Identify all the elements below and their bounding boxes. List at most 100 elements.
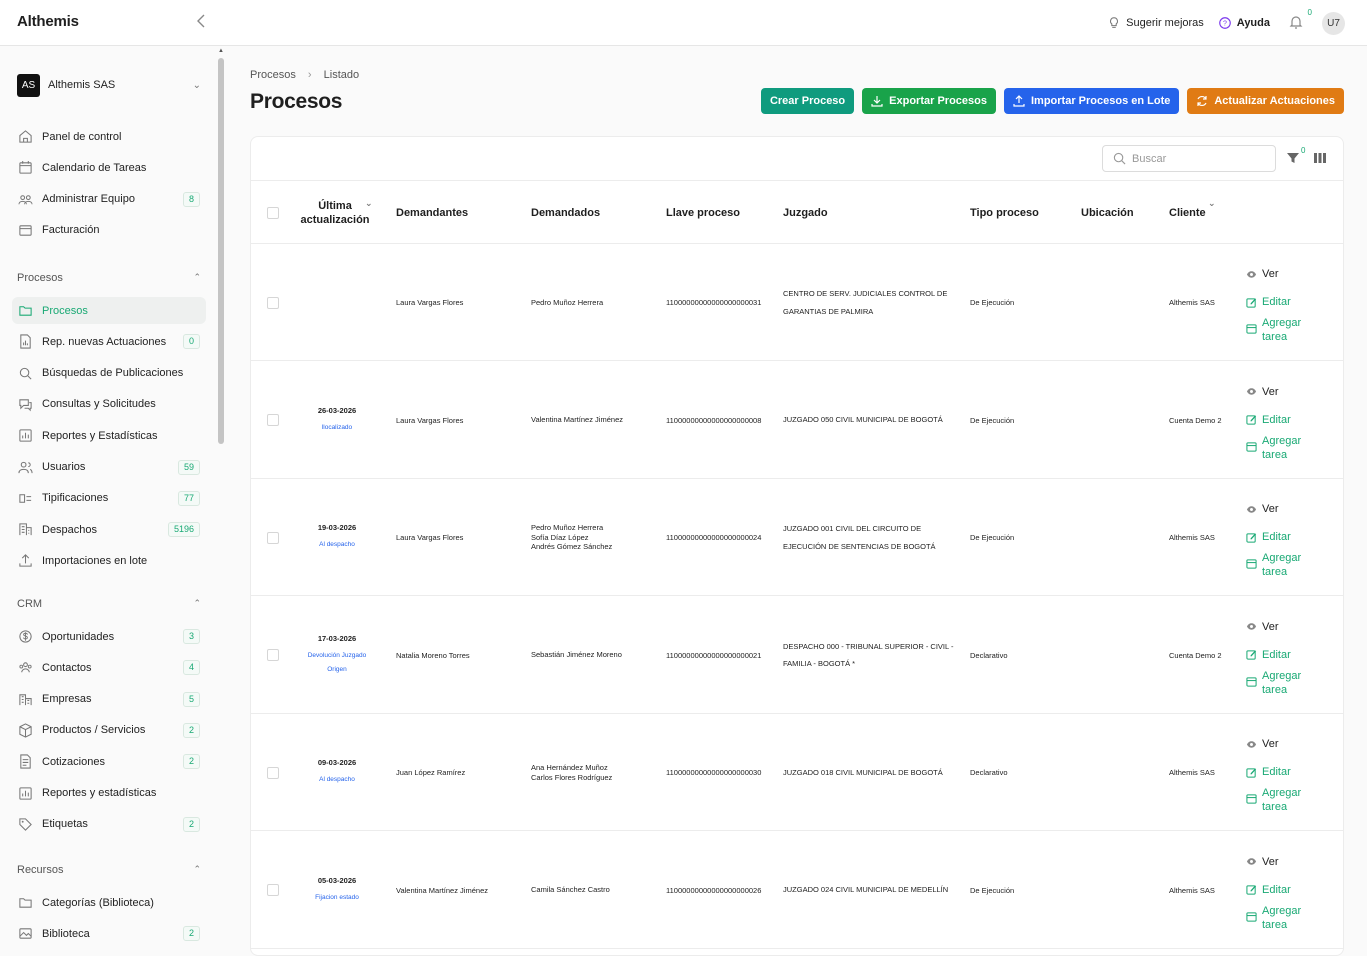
export-processes-button[interactable]: Exportar Procesos <box>862 88 996 114</box>
sidebar-item-consultas-y-solicitudes[interactable]: Consultas y Solicitudes <box>12 391 206 418</box>
section-procesos-label: Procesos <box>17 272 63 284</box>
add-task-button[interactable]: Agregar tarea <box>1246 551 1301 581</box>
view-button[interactable]: Ver <box>1246 378 1301 406</box>
table-row[interactable]: 05-03-2026 Fijacion estado Valentina Martí… <box>251 832 1343 949</box>
edit-icon <box>1246 767 1257 778</box>
row-checkbox[interactable] <box>267 531 279 544</box>
user-avatar[interactable]: U7 <box>1322 11 1345 35</box>
chevron-down-icon[interactable]: ⌄ <box>1208 172 1216 235</box>
edit-button[interactable]: Editar <box>1246 641 1301 669</box>
view-button[interactable]: Ver <box>1246 848 1301 876</box>
table-row[interactable]: 19-03-2026 Al despacho Laura Vargas Flores… <box>251 479 1343 596</box>
collapse-sidebar-icon[interactable] <box>196 14 210 32</box>
import-processes-button[interactable]: Importar Procesos en Lote <box>1003 88 1180 114</box>
view-button[interactable]: Ver <box>1246 495 1301 523</box>
section-recursos-label: Recursos <box>17 864 64 876</box>
sidebar-item-productos-servicios[interactable]: Productos / Servicios 2 <box>12 717 206 744</box>
app-brand[interactable]: Althemis <box>17 13 79 30</box>
notifications-button[interactable]: 0 <box>1288 8 1312 32</box>
row-checkbox[interactable] <box>267 766 279 779</box>
sidebar-item-procesos[interactable]: Procesos <box>12 297 206 324</box>
breadcrumb-procesos[interactable]: Procesos <box>250 69 296 81</box>
suggest-improvements-button[interactable]: Sugerir mejoras <box>1107 16 1204 30</box>
row-checkbox[interactable] <box>267 414 279 426</box>
view-label: Ver <box>1262 855 1279 868</box>
column-type[interactable]: Tipo proceso <box>970 181 1039 244</box>
count-badge: 2 <box>182 754 200 770</box>
calendar-plus-icon <box>1246 559 1257 569</box>
sidebar-item-oportunidades[interactable]: Oportunidades 3 <box>12 623 206 650</box>
sidebar-item-despachos[interactable]: Despachos 5196 <box>12 516 206 543</box>
search-input[interactable]: Buscar <box>1102 145 1276 172</box>
sidebar-item-reportes-y-estad-sticas[interactable]: Reportes y estadísticas <box>12 780 206 807</box>
status-label: Fijacion estado <box>315 893 359 901</box>
sidebar-item-calendario-de-tareas[interactable]: Calendario de Tareas <box>12 154 206 181</box>
edit-button[interactable]: Editar <box>1246 406 1301 434</box>
chevron-right-icon: › <box>307 69 312 81</box>
add-task-button[interactable]: Agregar tarea <box>1246 434 1301 464</box>
sidebar-scrollbar[interactable] <box>218 58 224 444</box>
row-checkbox[interactable] <box>267 296 279 309</box>
add-task-button[interactable]: Agregar tarea <box>1246 786 1301 816</box>
sidebar-item-biblioteca[interactable]: Biblioteca 2 <box>12 920 206 944</box>
sidebar-item-administrar-equipo[interactable]: Administrar Equipo 8 <box>12 186 206 213</box>
organization-selector[interactable]: AS Althemis SAS ⌄ <box>17 73 201 97</box>
row-checkbox[interactable] <box>267 884 279 896</box>
plaintiff-name: Juan López Ramírez <box>396 768 466 777</box>
sidebar-item-facturaci-n[interactable]: Facturación <box>12 217 206 244</box>
sidebar-item-label: Importaciones en lote <box>42 554 148 567</box>
edit-button[interactable]: Editar <box>1246 876 1301 904</box>
help-button[interactable]: ? Ayuda <box>1218 16 1270 30</box>
column-location[interactable]: Ubicación <box>1081 181 1134 244</box>
table-row[interactable]: 09-03-2026 Al despacho Juan López Ramírez A… <box>251 714 1343 831</box>
column-key[interactable]: Llave proceso <box>666 181 740 244</box>
select-all-checkbox[interactable] <box>267 206 279 219</box>
sort-chevron-icon[interactable]: ⌄ <box>365 172 373 235</box>
defendant-name: Pedro Muñoz Herrera <box>531 297 604 307</box>
column-plaintiffs[interactable]: Demandantes <box>396 181 468 244</box>
sidebar-item-reportes-y-estad-sticas[interactable]: Reportes y Estadísticas <box>12 422 206 449</box>
view-label: Ver <box>1262 385 1279 398</box>
column-defendants[interactable]: Demandados <box>531 181 600 244</box>
view-label: Ver <box>1262 620 1279 633</box>
sidebar-item-categor-as-biblioteca[interactable]: Categorías (Biblioteca) <box>12 889 206 916</box>
edit-button[interactable]: Editar <box>1246 758 1301 786</box>
filter-button[interactable]: 0 <box>1286 146 1305 165</box>
table-row[interactable]: 17-03-2026 Devolución Juzgado Origen Natali… <box>251 597 1343 714</box>
edit-label: Editar <box>1262 531 1291 543</box>
sidebar-item-importaciones-en-lote[interactable]: Importaciones en lote <box>12 547 206 574</box>
edit-button[interactable]: Editar <box>1246 288 1301 316</box>
add-task-button[interactable]: Agregar tarea <box>1246 904 1301 934</box>
sidebar-item-etiquetas[interactable]: Etiquetas 2 <box>12 811 206 838</box>
update-actuaciones-button[interactable]: Actualizar Actuaciones <box>1187 88 1344 114</box>
table-row[interactable]: 26-03-2026 llocalizado Laura Vargas Flores… <box>251 362 1343 479</box>
add-task-button[interactable]: Agregar tarea <box>1246 669 1301 699</box>
main-content: Procesos › Listado Procesos Crear Proces… <box>228 46 1367 956</box>
sidebar-item-b-squedas-de-publicaciones[interactable]: Búsquedas de Publicaciones <box>12 360 206 387</box>
create-process-button[interactable]: Crear Proceso <box>760 88 855 114</box>
sidebar-item-usuarios[interactable]: Usuarios 59 <box>12 454 206 481</box>
add-task-button[interactable]: Agregar tarea <box>1246 316 1301 346</box>
scroll-up-arrow[interactable]: ▲ <box>218 48 224 54</box>
sidebar-item-empresas[interactable]: Empresas 5 <box>12 686 206 713</box>
view-button[interactable]: Ver <box>1246 260 1301 288</box>
edit-button[interactable]: Editar <box>1246 523 1301 551</box>
image-icon <box>19 928 32 939</box>
column-court[interactable]: Juzgado <box>783 181 828 244</box>
row-checkbox[interactable] <box>267 649 279 661</box>
sidebar-item-tipificaciones[interactable]: Tipificaciones 77 <box>12 485 206 512</box>
last-update-date: 05-03-2026 <box>317 875 357 885</box>
view-button[interactable]: Ver <box>1246 730 1301 758</box>
section-recursos[interactable]: Recursos ⌃ <box>17 864 201 876</box>
sidebar-item-rep-nuevas-actuaciones[interactable]: Rep. nuevas Actuaciones 0 <box>12 328 206 355</box>
table-row[interactable]: Laura Vargas Flores Pedro Muñoz Herrera 11… <box>251 244 1343 361</box>
view-button[interactable]: Ver <box>1246 613 1301 641</box>
column-client[interactable]: Cliente <box>1169 181 1206 244</box>
section-crm[interactable]: CRM ⌃ <box>17 598 201 610</box>
sidebar-item-contactos[interactable]: Contactos 4 <box>12 654 206 681</box>
sidebar-item-cotizaciones[interactable]: Cotizaciones 2 <box>12 748 206 775</box>
columns-button[interactable] <box>1313 151 1327 165</box>
column-last-update[interactable]: Última actualización <box>295 181 375 244</box>
sidebar-item-panel-de-control[interactable]: Panel de control <box>12 123 206 150</box>
section-procesos[interactable]: Procesos ⌃ <box>17 272 201 284</box>
